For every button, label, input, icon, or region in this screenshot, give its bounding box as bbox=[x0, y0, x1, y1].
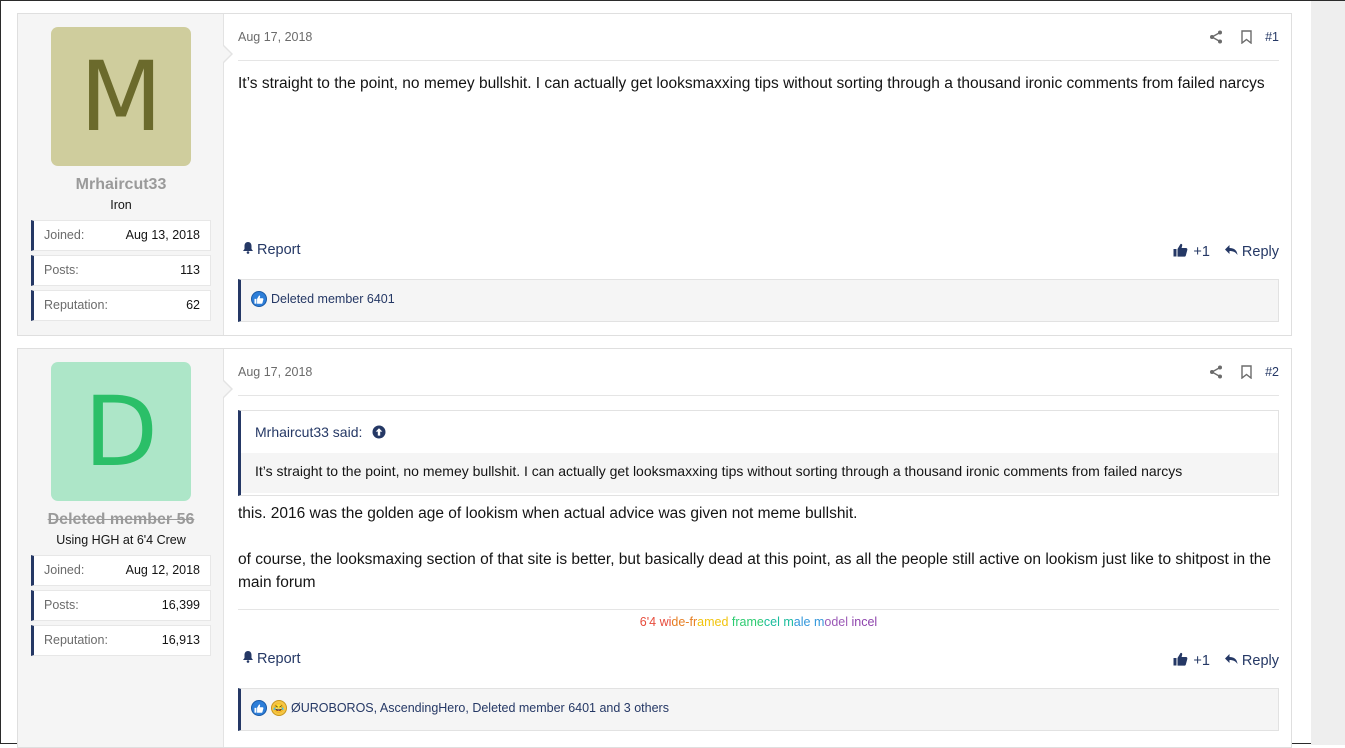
blockquote: Mrhaircut33 said: It’s straight to the p… bbox=[238, 410, 1279, 496]
like-label: +1 bbox=[1193, 653, 1210, 669]
like-reaction-icon bbox=[251, 291, 267, 307]
bell-icon bbox=[242, 241, 254, 258]
stat-label: Posts: bbox=[44, 263, 79, 277]
user-pane: D Deleted member 56 Using HGH at 6'4 Cre… bbox=[18, 349, 224, 747]
bookmark-icon[interactable] bbox=[1231, 27, 1261, 47]
reply-label: Reply bbox=[1241, 244, 1279, 260]
stat-posts: Posts: 113 bbox=[31, 255, 211, 286]
thumbs-up-icon bbox=[1173, 243, 1188, 261]
reactions-bar[interactable]: 😂 ØUROBOROS, AscendingHero, Deleted memb… bbox=[238, 688, 1279, 731]
like-reaction-icon bbox=[251, 700, 267, 716]
report-label: Report bbox=[257, 241, 301, 258]
user-pane: M Mrhaircut33 Iron Joined: Aug 13, 2018 … bbox=[18, 14, 224, 335]
arrow-up-circle-icon[interactable] bbox=[372, 425, 386, 442]
bell-icon bbox=[242, 650, 254, 667]
stat-label: Reputation: bbox=[44, 298, 108, 312]
stat-value: 16,399 bbox=[161, 598, 200, 612]
post-number[interactable]: #1 bbox=[1265, 30, 1279, 44]
laughing-reaction-icon: 😂 bbox=[271, 700, 287, 716]
share-icon[interactable] bbox=[1201, 362, 1231, 382]
post-message-p1: this. 2016 was the golden age of lookism… bbox=[238, 505, 858, 522]
stat-label: Reputation: bbox=[44, 633, 108, 647]
stat-value: 113 bbox=[180, 263, 200, 277]
quote-header[interactable]: Mrhaircut33 said: bbox=[241, 411, 1278, 453]
stat-value: Aug 13, 2018 bbox=[125, 228, 200, 242]
reply-button[interactable]: Reply bbox=[1224, 244, 1279, 260]
report-label: Report bbox=[257, 650, 301, 667]
quote-body: It’s straight to the point, no memey bul… bbox=[241, 453, 1278, 493]
reply-label: Reply bbox=[1241, 653, 1279, 669]
signature-text: 6'4 wide-framed framecel male model ince… bbox=[639, 615, 878, 629]
avatar-letter: D bbox=[84, 375, 158, 488]
reactions-bar[interactable]: Deleted member 6401 bbox=[238, 279, 1279, 322]
quote-text: It’s straight to the point, no memey bul… bbox=[255, 463, 1183, 479]
report-button[interactable]: Report bbox=[242, 241, 301, 258]
post-1: M Mrhaircut33 Iron Joined: Aug 13, 2018 … bbox=[17, 13, 1292, 336]
post-message-p2: of course, the looksmaxing section of th… bbox=[238, 551, 1272, 591]
reply-icon bbox=[1224, 653, 1238, 669]
page-scrollbar[interactable] bbox=[1311, 1, 1345, 745]
report-button[interactable]: Report bbox=[242, 650, 301, 667]
username[interactable]: Mrhaircut33 bbox=[18, 176, 224, 194]
reactions-list[interactable]: Deleted member 6401 bbox=[271, 292, 395, 306]
like-button[interactable]: +1 bbox=[1173, 243, 1210, 261]
post-date[interactable]: Aug 17, 2018 bbox=[238, 30, 312, 44]
thumbs-up-icon bbox=[1173, 652, 1188, 670]
post-message: It’s straight to the point, no memey bul… bbox=[238, 75, 1265, 92]
post-date[interactable]: Aug 17, 2018 bbox=[238, 365, 312, 379]
bookmark-icon[interactable] bbox=[1231, 362, 1261, 382]
like-button[interactable]: +1 bbox=[1173, 652, 1210, 670]
quote-author: Mrhaircut33 said: bbox=[255, 424, 363, 440]
stat-label: Posts: bbox=[44, 598, 79, 612]
post-2: D Deleted member 56 Using HGH at 6'4 Cre… bbox=[17, 348, 1292, 748]
signature: 6'4 wide-framed framecel male model ince… bbox=[238, 609, 1279, 640]
stat-reputation: Reputation: 62 bbox=[31, 290, 211, 321]
post-header: Aug 17, 2018 #1 bbox=[238, 27, 1279, 61]
reactions-list[interactable]: ØUROBOROS, AscendingHero, Deleted member… bbox=[291, 701, 669, 715]
avatar[interactable]: M bbox=[51, 27, 191, 166]
post-header: Aug 17, 2018 #2 bbox=[238, 362, 1279, 396]
stat-value: 62 bbox=[186, 298, 200, 312]
stat-reputation: Reputation: 16,913 bbox=[31, 625, 211, 656]
reply-icon bbox=[1224, 244, 1238, 260]
stat-posts: Posts: 16,399 bbox=[31, 590, 211, 621]
stat-label: Joined: bbox=[44, 228, 85, 242]
stat-value: 16,913 bbox=[161, 633, 200, 647]
post-number[interactable]: #2 bbox=[1265, 365, 1279, 379]
quote-author-wrap: Mrhaircut33 said: bbox=[255, 424, 386, 442]
reply-button[interactable]: Reply bbox=[1224, 653, 1279, 669]
stat-joined: Joined: Aug 13, 2018 bbox=[31, 220, 211, 251]
post-actions: Report +1 Reply bbox=[238, 241, 1279, 265]
post-actions: Report +1 Reply bbox=[238, 650, 1279, 674]
user-stats: Joined: Aug 13, 2018 Posts: 113 Reputati… bbox=[31, 220, 211, 325]
username: Deleted member 56 bbox=[47, 511, 195, 528]
like-label: +1 bbox=[1193, 244, 1210, 260]
user-title: Iron bbox=[110, 198, 132, 212]
user-stats: Joined: Aug 12, 2018 Posts: 16,399 Reput… bbox=[31, 555, 211, 660]
user-title: Using HGH at 6'4 Crew bbox=[56, 533, 186, 547]
post-main: Aug 17, 2018 #2 Mrhaircut33 said: It’s s… bbox=[238, 349, 1279, 747]
stat-label: Joined: bbox=[44, 563, 85, 577]
avatar-letter: M bbox=[79, 40, 163, 153]
stat-joined: Joined: Aug 12, 2018 bbox=[31, 555, 211, 586]
stat-value: Aug 12, 2018 bbox=[125, 563, 200, 577]
share-icon[interactable] bbox=[1201, 27, 1231, 47]
avatar[interactable]: D bbox=[51, 362, 191, 501]
post-main: Aug 17, 2018 #1 It’s straight to the poi… bbox=[238, 14, 1279, 335]
